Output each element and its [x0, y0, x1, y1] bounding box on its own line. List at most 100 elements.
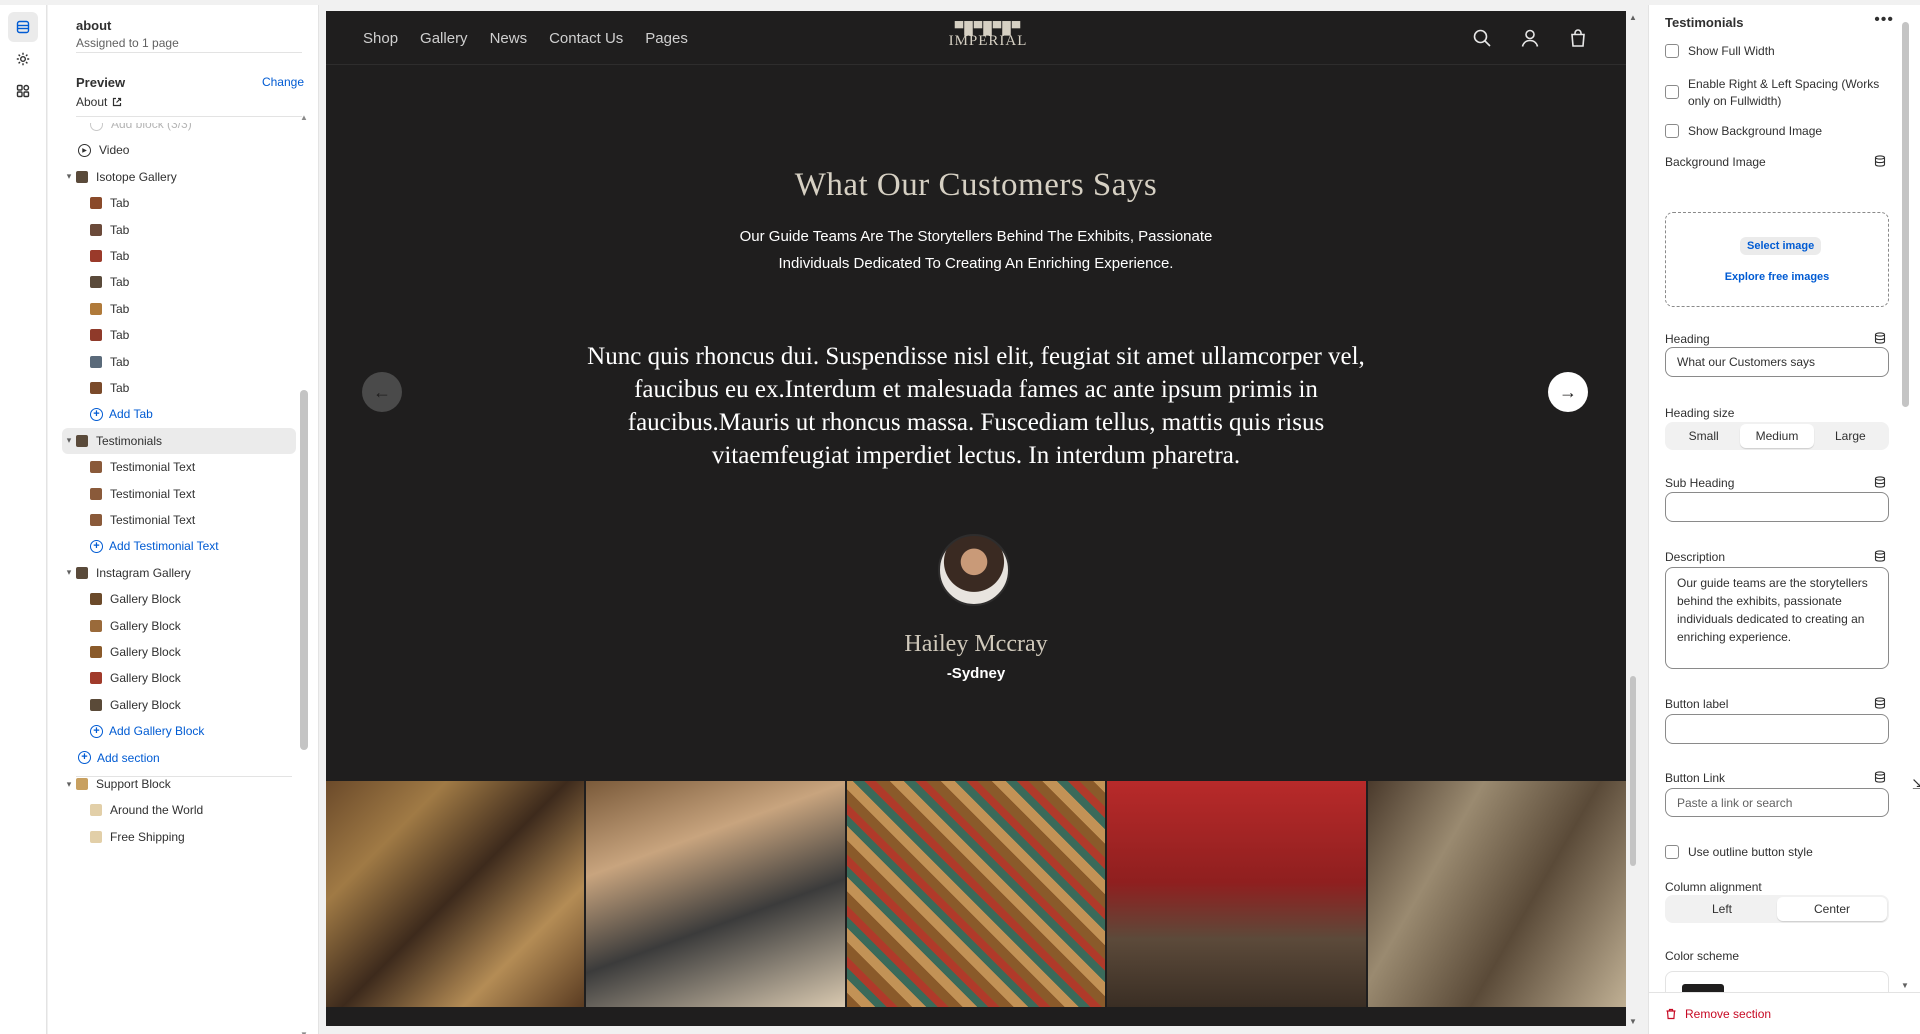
- dynamic-source-icon[interactable]: [1874, 155, 1886, 167]
- tree-block[interactable]: Free Shipping: [62, 824, 296, 850]
- alignment-option[interactable]: Center: [1777, 897, 1887, 921]
- scroll-up-icon[interactable]: ▲: [300, 113, 308, 122]
- tree-block[interactable]: Tab: [62, 375, 296, 401]
- site-nav-link[interactable]: Gallery: [420, 30, 468, 47]
- cart-icon[interactable]: [1568, 28, 1588, 48]
- show-background-image-checkbox[interactable]: Show Background Image: [1665, 123, 1885, 140]
- add-block-button[interactable]: + Add Testimonial Text: [62, 533, 296, 559]
- add-block-button[interactable]: + Add Gallery Block: [62, 718, 296, 744]
- previous-slide-button[interactable]: ←: [362, 372, 402, 412]
- checkbox-box[interactable]: [1665, 85, 1679, 99]
- preview-scrollbar[interactable]: ▲ ▼: [1628, 11, 1638, 1026]
- search-icon[interactable]: [1472, 28, 1492, 48]
- checkbox-box[interactable]: [1665, 44, 1679, 58]
- account-icon[interactable]: [1520, 28, 1540, 48]
- dynamic-source-icon[interactable]: [1874, 550, 1886, 562]
- chevron-down-icon[interactable]: ▾: [62, 779, 76, 790]
- tree-block[interactable]: Gallery Block: [62, 586, 296, 612]
- button-link-input[interactable]: Paste a link or search: [1665, 788, 1889, 817]
- gear-icon[interactable]: [8, 44, 38, 74]
- enable-spacing-checkbox[interactable]: Enable Right & Left Spacing (Works only …: [1665, 76, 1885, 110]
- heading-size-option[interactable]: Small: [1667, 424, 1740, 448]
- preview-page-link[interactable]: About: [76, 95, 122, 109]
- button-label-input[interactable]: [1665, 714, 1889, 744]
- tree-block[interactable]: Testimonial Text: [62, 481, 296, 507]
- heading-size-option[interactable]: Medium: [1740, 424, 1814, 448]
- tree-block[interactable]: Gallery Block: [62, 639, 296, 665]
- tree-block[interactable]: Gallery Block: [62, 665, 296, 691]
- description-textarea[interactable]: Our guide teams are the storytellers beh…: [1665, 567, 1889, 669]
- editor-icon-rail: [0, 5, 47, 1034]
- tree-block[interactable]: Tab: [62, 269, 296, 295]
- gallery-image[interactable]: [1367, 781, 1626, 1007]
- heading-input[interactable]: What our Customers says: [1665, 347, 1889, 377]
- tree-block[interactable]: Tab: [62, 190, 296, 216]
- checkbox-box[interactable]: [1665, 124, 1679, 138]
- tree-block[interactable]: Testimonial Text: [62, 454, 296, 480]
- sub-heading-input[interactable]: [1665, 492, 1889, 522]
- tree-block-video[interactable]: ▶ Video: [62, 137, 296, 163]
- settings-scrollbar[interactable]: ▼: [1900, 12, 1910, 990]
- color-scheme-picker[interactable]: [1665, 971, 1889, 994]
- section-icon: [76, 434, 88, 447]
- site-nav-link[interactable]: Pages: [645, 30, 688, 47]
- tree-block[interactable]: Tab: [62, 322, 296, 348]
- checkbox-box[interactable]: [1665, 845, 1679, 859]
- tree-block[interactable]: Testimonial Text: [62, 507, 296, 533]
- tree-section[interactable]: ▾ Instagram Gallery: [62, 560, 296, 586]
- tree-block[interactable]: Tab: [62, 217, 296, 243]
- sections-scrollbar[interactable]: ▲ ▼: [300, 113, 308, 1034]
- select-image-button[interactable]: Select image: [1740, 237, 1822, 255]
- tree-block[interactable]: Gallery Block: [62, 692, 296, 718]
- checkbox-label: Show Full Width: [1688, 44, 1775, 58]
- tree-block[interactable]: Around the World: [62, 797, 296, 823]
- tree-block[interactable]: Tab: [62, 296, 296, 322]
- dynamic-source-icon[interactable]: [1874, 476, 1886, 488]
- add-block-button[interactable]: + Add Tab: [62, 401, 296, 427]
- chevron-down-icon[interactable]: ▾: [62, 435, 76, 446]
- gallery-image[interactable]: [586, 781, 845, 1007]
- apps-icon[interactable]: [8, 76, 38, 106]
- scroll-down-icon[interactable]: ▼: [1629, 1017, 1637, 1026]
- tree-section[interactable]: ▾ Testimonials: [62, 427, 296, 454]
- show-full-width-checkbox[interactable]: Show Full Width: [1665, 43, 1885, 60]
- background-image-label: Background Image: [1665, 155, 1766, 169]
- chevron-down-icon[interactable]: ▾: [62, 171, 76, 182]
- tree-item-label: Add Gallery Block: [109, 724, 205, 739]
- gallery-image[interactable]: [846, 781, 1106, 1007]
- site-nav-link[interactable]: Contact Us: [549, 30, 623, 47]
- scroll-down-icon[interactable]: ▼: [300, 1030, 308, 1034]
- gallery-image[interactable]: [1107, 781, 1366, 1007]
- gallery-image[interactable]: [326, 781, 585, 1007]
- scrollbar-thumb[interactable]: [1630, 676, 1636, 866]
- tree-block[interactable]: Gallery Block: [62, 613, 296, 639]
- scroll-up-icon[interactable]: ▲: [1629, 13, 1637, 22]
- next-slide-button[interactable]: →: [1548, 372, 1588, 412]
- remove-section-button[interactable]: Remove section: [1665, 1007, 1771, 1021]
- tree-section[interactable]: ▾ Isotope Gallery: [62, 164, 296, 190]
- chevron-down-icon[interactable]: ▾: [62, 567, 76, 578]
- trash-icon: [1666, 1008, 1676, 1020]
- scrollbar-thumb[interactable]: [1902, 22, 1909, 407]
- site-nav-link[interactable]: News: [490, 30, 528, 47]
- dynamic-source-icon[interactable]: [1874, 332, 1886, 344]
- alignment-option[interactable]: Left: [1667, 897, 1777, 921]
- block-image-icon: [90, 250, 102, 262]
- scroll-down-icon[interactable]: ▼: [1901, 981, 1909, 990]
- outline-button-checkbox[interactable]: Use outline button style: [1665, 844, 1885, 861]
- change-preview-link[interactable]: Change: [262, 75, 304, 89]
- heading-size-option[interactable]: Large: [1814, 424, 1887, 448]
- dynamic-source-icon[interactable]: [1874, 771, 1886, 783]
- scrollbar-thumb[interactable]: [300, 390, 308, 750]
- more-options-icon[interactable]: •••: [1874, 11, 1894, 29]
- tree-block[interactable]: Tab: [62, 243, 296, 269]
- site-nav-link[interactable]: Shop: [363, 30, 398, 47]
- add-block-button[interactable]: Add block (3/3): [62, 123, 296, 137]
- site-logo[interactable]: ▀█▀█▀█▀ IMPERIAL: [938, 21, 1038, 50]
- add-section-button[interactable]: + Add section: [62, 745, 296, 771]
- sections-icon[interactable]: [8, 12, 38, 42]
- tree-section[interactable]: ▾ Support Block: [62, 771, 296, 797]
- explore-free-images-link[interactable]: Explore free images: [1666, 271, 1888, 283]
- dynamic-source-icon[interactable]: [1874, 697, 1886, 709]
- tree-block[interactable]: Tab: [62, 349, 296, 375]
